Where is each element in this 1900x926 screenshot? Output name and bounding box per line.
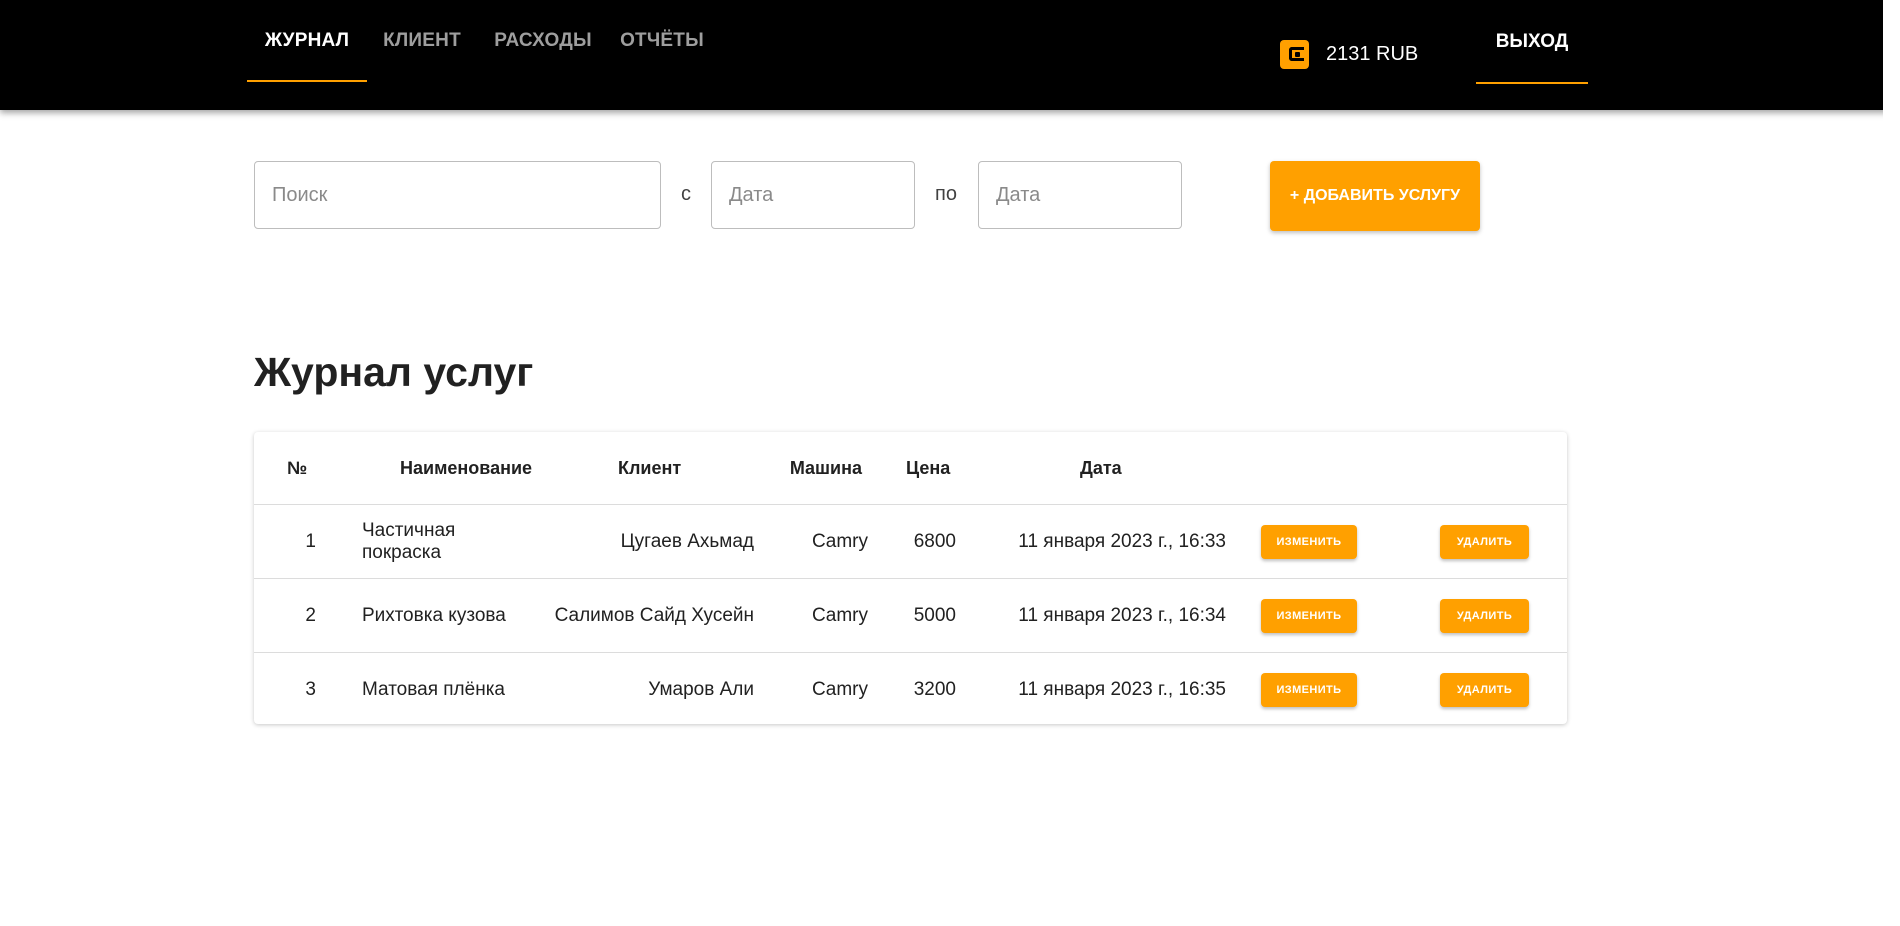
column-header-car: Машина (767, 432, 884, 505)
delete-button[interactable]: УДАЛИТЬ (1440, 598, 1529, 633)
date-to-label: по (935, 183, 957, 205)
top-navigation-bar: ЖУРНАЛ КЛИЕНТ РАСХОДЫ ОТЧЁТЫ 2131 RUB ВЫ… (0, 0, 1900, 110)
date-from-field[interactable] (711, 161, 915, 229)
cell-client: Цугаев Ахьмад (536, 504, 767, 579)
add-service-button[interactable]: + ДОБАВИТЬ УСЛУГУ (1270, 161, 1480, 231)
tab-journal[interactable]: ЖУРНАЛ (247, 0, 367, 82)
column-header-number: № (254, 432, 340, 505)
cell-date: 11 января 2023 г., 16:35 (1018, 678, 1226, 700)
wallet-balance: 2131 RUB (1280, 38, 1418, 70)
cell-price: 5000 (884, 578, 972, 653)
cell-price: 6800 (884, 504, 972, 579)
cell-price: 3200 (913, 678, 956, 700)
edit-button[interactable]: ИЗМЕНИТЬ (1261, 524, 1357, 559)
date-from-label: с (681, 183, 691, 205)
cell-number: 1 (254, 504, 340, 579)
column-header-delete (1407, 432, 1567, 505)
cell-date: 11 января 2023 г., 16:33 (972, 504, 1249, 579)
services-table: № Наименование Клиент Машина Цена Дата 1… (254, 432, 1567, 724)
cell-delete: УДАЛИТЬ (1407, 653, 1567, 727)
cell-delete: УДАЛИТЬ (1407, 578, 1567, 653)
column-header-date: Дата (972, 432, 1249, 505)
column-header-client: Клиент (536, 432, 767, 505)
delete-button[interactable]: УДАЛИТЬ (1440, 672, 1529, 707)
balance-amount: 2131 RUB (1326, 42, 1419, 65)
cell-edit: ИЗМЕНИТЬ (1249, 578, 1407, 653)
date-to-field[interactable] (978, 161, 1182, 229)
edit-button[interactable]: ИЗМЕНИТЬ (1261, 672, 1357, 707)
cell-car: Camry (767, 504, 884, 579)
page-title: Журнал услуг (254, 349, 534, 395)
cell-date: 11 января 2023 г., 16:34 (972, 578, 1249, 653)
column-header-edit (1249, 432, 1407, 505)
edit-button[interactable]: ИЗМЕНИТЬ (1261, 598, 1357, 633)
column-header-price: Цена (884, 432, 972, 505)
cell-client: Умаров Али (648, 678, 754, 700)
cell-client: Салимов Сайд Хусейн (536, 578, 767, 653)
cell-number: 3 (305, 678, 316, 700)
table-header-row: № Наименование Клиент Машина Цена Дата (254, 432, 1567, 505)
cell-service-name: Частичная покраска (340, 504, 536, 579)
search-input[interactable] (254, 161, 661, 229)
cell-number: 2 (254, 578, 340, 653)
tab-client[interactable]: КЛИЕНТ (372, 0, 472, 82)
cell-delete: УДАЛИТЬ (1407, 504, 1567, 579)
cell-service-name: Матовая плёнка (362, 678, 505, 700)
page-scrollbar[interactable] (1883, 0, 1900, 926)
logout-button[interactable]: ВЫХОД (1476, 0, 1588, 84)
tab-expenses[interactable]: РАСХОДЫ (488, 0, 598, 82)
cell-car: Camry (767, 578, 884, 653)
cell-car: Camry (812, 678, 868, 700)
table-row: 2 Рихтовка кузова Салимов Сайд Хусейн Ca… (254, 578, 1567, 653)
cell-edit: ИЗМЕНИТЬ (1249, 653, 1407, 727)
table-row: 3 Матовая плёнка Умаров Али Camry 3200 1… (254, 653, 1567, 727)
cell-edit: ИЗМЕНИТЬ (1249, 504, 1407, 579)
tab-reports[interactable]: ОТЧЁТЫ (612, 0, 712, 82)
delete-button[interactable]: УДАЛИТЬ (1440, 524, 1529, 559)
wallet-icon (1280, 39, 1309, 69)
table-row: 1 Частичная покраска Цугаев Ахьмад Camry… (254, 504, 1567, 579)
column-header-name: Наименование (340, 432, 536, 505)
cell-service-name: Рихтовка кузова (340, 578, 536, 653)
